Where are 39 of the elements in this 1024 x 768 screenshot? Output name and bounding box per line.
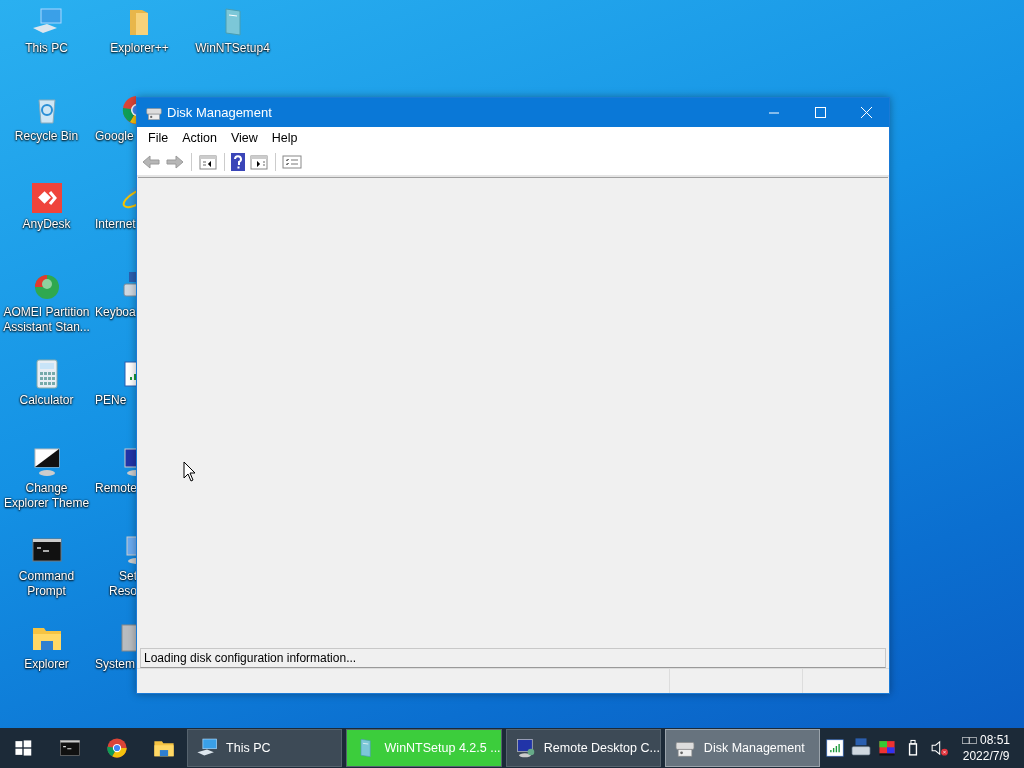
desktop-icon-label[interactable]: WinNTSetup4 bbox=[187, 41, 278, 56]
taskbar-button[interactable]: WinNTSetup 4.2.5 ... bbox=[346, 729, 502, 767]
desktop-icon-label[interactable]: Change Explorer Theme bbox=[1, 481, 92, 511]
desktop-icon-label[interactable]: Remote bbox=[95, 481, 137, 496]
taskbar-button[interactable]: This PC bbox=[187, 729, 343, 767]
desktop-icon-label[interactable]: Command Prompt bbox=[1, 569, 92, 599]
properties-icon[interactable] bbox=[282, 153, 302, 171]
help-icon[interactable] bbox=[231, 153, 245, 171]
clock-date[interactable]: 2022/7/9 bbox=[962, 748, 1010, 764]
desktop-icon-label[interactable]: System bbox=[95, 657, 135, 672]
desktop-icon-label[interactable]: AnyDesk bbox=[1, 217, 92, 232]
action-pane-icon[interactable] bbox=[249, 153, 269, 171]
desktop-icon-label[interactable]: This PC bbox=[1, 41, 92, 56]
window-title: Disk Management bbox=[167, 105, 273, 120]
taskbar-button[interactable]: Remote Desktop C... bbox=[505, 729, 661, 767]
menu-item[interactable]: File bbox=[141, 129, 176, 147]
terminal-icon bbox=[59, 737, 82, 759]
desktop-icon-label[interactable]: Google bbox=[95, 129, 134, 144]
menu-item[interactable]: Action bbox=[175, 129, 224, 147]
menu-item[interactable]: Help bbox=[264, 129, 305, 147]
desktop-icon-label[interactable]: Set Reso bbox=[95, 569, 137, 599]
desktop-icon-label[interactable]: Internet bbox=[95, 217, 136, 232]
anydesk-icon bbox=[30, 182, 63, 214]
clock-time[interactable]: □□ 08:51 bbox=[962, 732, 1010, 748]
desktop-icon-label[interactable]: Recycle Bin bbox=[1, 129, 92, 144]
taskbar-button[interactable]: Disk Management bbox=[664, 729, 821, 767]
chrome-icon bbox=[105, 737, 128, 759]
desktop-icon-label[interactable]: Keyboa bbox=[95, 305, 136, 320]
mouse-pointer-icon bbox=[183, 461, 196, 482]
console-tree-icon[interactable] bbox=[198, 153, 218, 171]
desktop-icon-label[interactable]: Explorer bbox=[1, 657, 92, 672]
maximize-icon bbox=[814, 107, 826, 118]
desktop-icon-label[interactable]: Calculator bbox=[1, 393, 92, 408]
status-message: Loading disk configuration information... bbox=[140, 648, 886, 668]
desktop-icon-label[interactable]: Explorer++ bbox=[94, 41, 185, 56]
menu-item[interactable]: View bbox=[223, 129, 265, 147]
close-icon bbox=[860, 107, 872, 118]
desktop-icon-label[interactable]: PENe bbox=[95, 393, 127, 408]
desktop-icon-label[interactable]: AOMEI Partition Assistant Stan... bbox=[1, 305, 92, 335]
